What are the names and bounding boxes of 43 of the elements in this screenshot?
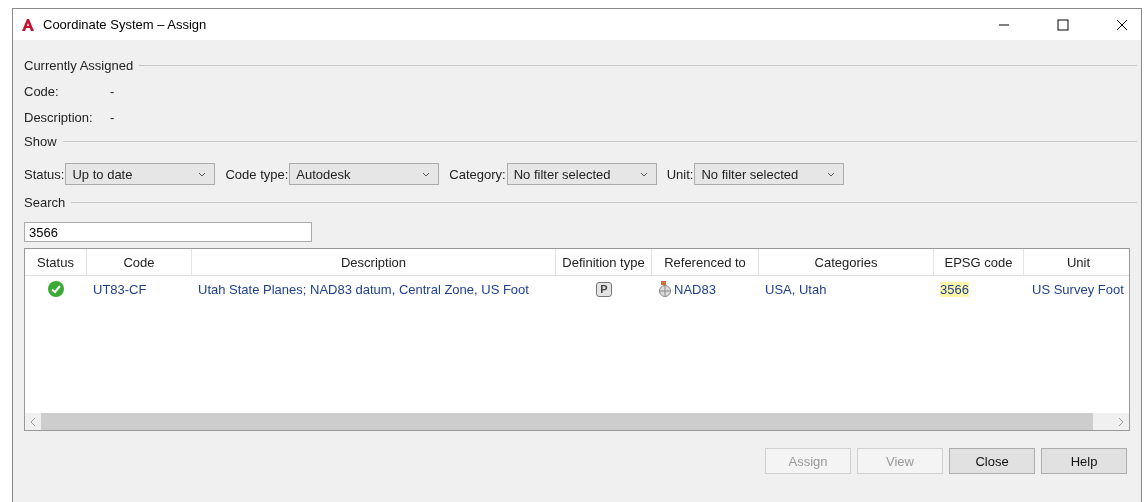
table-cell: USA, Utah bbox=[765, 281, 827, 297]
window-title: Coordinate System – Assign bbox=[43, 17, 207, 32]
table-cell: NAD83 bbox=[674, 281, 716, 297]
field-label: Code: bbox=[24, 84, 60, 99]
chevron-down-icon bbox=[198, 171, 207, 177]
column-header[interactable]: Description bbox=[192, 249, 556, 275]
section-heading: Search bbox=[24, 194, 66, 210]
field-value: - bbox=[110, 84, 115, 99]
filter-label: Unit: bbox=[666, 166, 694, 182]
filter-dropdown[interactable]: No filter selected bbox=[506, 163, 657, 185]
dialog-button[interactable]: Close bbox=[949, 448, 1035, 474]
filter-dropdown[interactable]: Autodesk bbox=[289, 163, 440, 185]
logo-icon bbox=[21, 17, 35, 32]
filter-dropdown[interactable]: No filter selected bbox=[694, 163, 845, 185]
table-cell: UT83-CF bbox=[93, 281, 147, 297]
column-header[interactable]: Categories bbox=[759, 249, 934, 275]
table-cell: Utah State Planes; NAD83 datum, Central Zone, US Foot bbox=[198, 281, 529, 297]
filter-label: Category: bbox=[449, 166, 506, 182]
chevron-down-icon bbox=[827, 171, 836, 177]
scrollbar-thumb[interactable] bbox=[41, 413, 1093, 430]
dialog-button[interactable]: Help bbox=[1041, 448, 1127, 474]
search-field[interactable]: 3566 bbox=[24, 222, 312, 242]
column-header[interactable]: Referenced to bbox=[652, 249, 759, 275]
filter-label: Code type: bbox=[225, 166, 289, 182]
column-header[interactable]: Unit bbox=[1024, 249, 1129, 275]
field-label: Description: bbox=[24, 110, 94, 125]
close-icon[interactable] bbox=[1116, 18, 1128, 31]
globe-icon bbox=[658, 281, 672, 297]
column-header[interactable]: Definition type bbox=[556, 249, 652, 275]
definition-type-badge: P bbox=[596, 281, 612, 297]
maximize-icon[interactable] bbox=[1057, 18, 1069, 31]
table-cell: 3566 bbox=[940, 281, 969, 297]
chevron-down-icon bbox=[639, 171, 648, 177]
filter-label: Status: bbox=[24, 166, 65, 182]
table-cell: US Survey Foot bbox=[1032, 281, 1124, 297]
column-header[interactable]: EPSG code bbox=[934, 249, 1024, 275]
section-heading: Currently Assigned bbox=[24, 57, 134, 73]
filter-dropdown[interactable]: Up to date bbox=[65, 163, 216, 185]
chevron-down-icon bbox=[422, 171, 431, 177]
section-heading: Show bbox=[24, 133, 57, 149]
column-header[interactable]: Status bbox=[25, 249, 87, 275]
field-value: - bbox=[110, 110, 115, 125]
column-header[interactable]: Code bbox=[87, 249, 192, 275]
